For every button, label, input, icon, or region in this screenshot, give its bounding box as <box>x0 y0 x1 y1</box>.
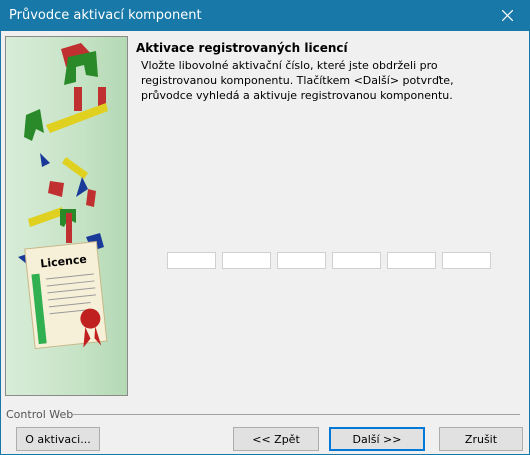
back-button[interactable]: << Zpět <box>233 427 319 451</box>
cancel-button[interactable]: Zrušit <box>439 427 523 451</box>
activation-key-field-5[interactable] <box>387 252 436 269</box>
page-description: Vložte libovolné aktivační číslo, které … <box>141 59 454 102</box>
license-certificate-illustration: Licence <box>18 43 108 350</box>
page-heading: Aktivace registrovaných licencí <box>136 41 348 55</box>
activation-key-field-4[interactable] <box>332 252 381 269</box>
sidebar-illustration: Licence <box>5 36 128 396</box>
activation-key-field-3[interactable] <box>277 252 326 269</box>
activation-key-field-6[interactable] <box>442 252 491 269</box>
window-title: Průvodce aktivací komponent <box>9 8 202 23</box>
next-button[interactable]: Další >> <box>329 427 425 451</box>
close-icon <box>501 10 513 21</box>
footer-group-label: Control Web <box>6 408 74 421</box>
about-activation-button[interactable]: O aktivaci... <box>16 427 100 451</box>
footer-divider <box>73 414 520 415</box>
activation-key-field-2[interactable] <box>222 252 271 269</box>
close-button[interactable] <box>484 0 530 31</box>
activation-key-field-1[interactable] <box>167 252 216 269</box>
title-bar: Průvodce aktivací komponent <box>0 0 530 31</box>
